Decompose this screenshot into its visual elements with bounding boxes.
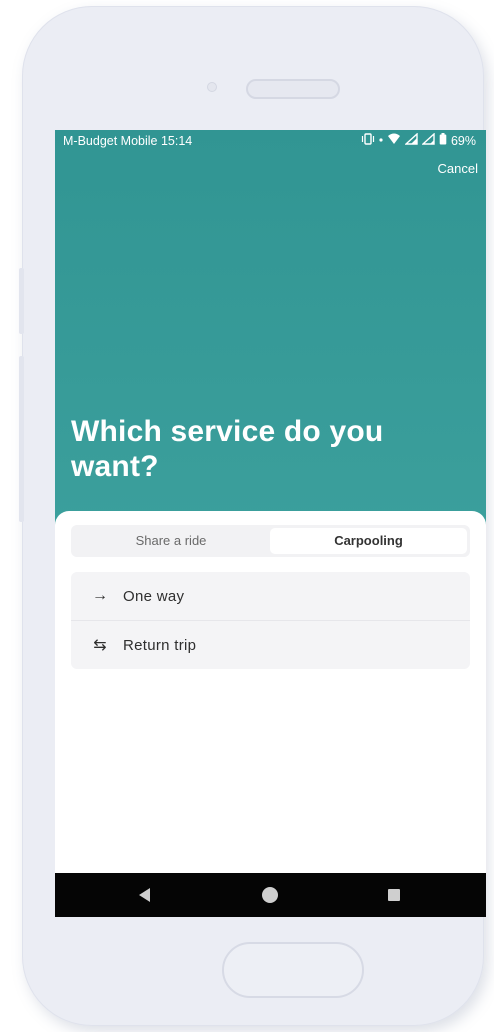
signal-icon (404, 132, 418, 149)
volume-up-button (19, 268, 24, 334)
trip-options-list: → One way ⇆ Return trip (71, 572, 470, 669)
tab-share-a-ride[interactable]: Share a ride (74, 528, 268, 554)
option-one-way[interactable]: → One way (71, 572, 470, 621)
status-bar: M-Budget Mobile 15:14 69% (55, 130, 486, 152)
service-tab-switcher: Share a ride Carpooling (71, 525, 470, 557)
android-nav-bar (55, 873, 486, 917)
earpiece-speaker (246, 79, 340, 99)
page-title: Which service do you want? (71, 415, 384, 483)
phone-home-button (222, 942, 364, 998)
carrier-time: M-Budget Mobile 15:14 (63, 134, 193, 148)
dot-icon (379, 133, 383, 149)
vibrate-icon (361, 133, 375, 149)
service-sheet: Share a ride Carpooling → One way ⇆ Retu… (55, 511, 486, 873)
wifi-icon (387, 133, 401, 149)
option-return-trip[interactable]: ⇆ Return trip (71, 621, 470, 669)
volume-down-button (19, 356, 24, 522)
home-icon[interactable] (262, 887, 278, 903)
tab-carpooling[interactable]: Carpooling (270, 528, 467, 554)
front-camera (207, 82, 217, 92)
battery-icon (439, 133, 447, 149)
signal-icon-2 (421, 132, 435, 149)
cancel-button[interactable]: Cancel (438, 161, 478, 176)
back-icon[interactable] (139, 888, 150, 902)
screen: M-Budget Mobile 15:14 69% Cancel Which s… (55, 130, 486, 917)
battery-percent: 69% (450, 134, 476, 148)
swap-arrows-icon: ⇆ (93, 637, 107, 654)
status-icons: 69% (361, 132, 476, 149)
recent-apps-icon[interactable] (388, 889, 400, 901)
arrow-right-icon: → (92, 587, 108, 604)
option-return-trip-label: Return trip (123, 636, 197, 654)
option-one-way-label: One way (123, 587, 185, 605)
